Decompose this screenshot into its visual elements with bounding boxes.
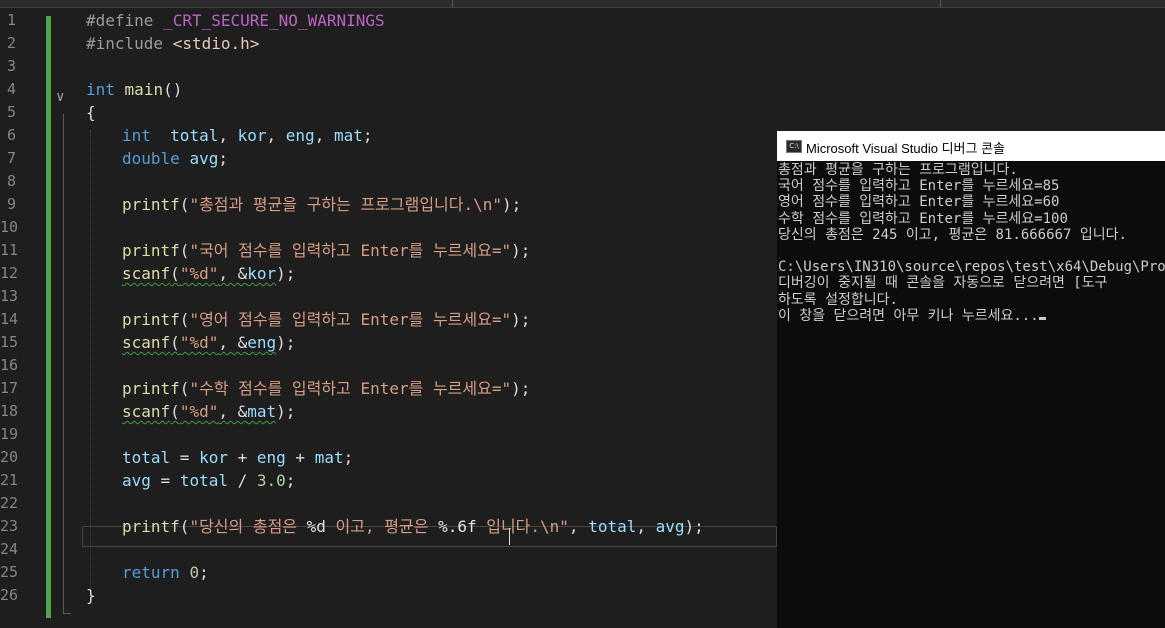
line-number: 18 [0, 402, 19, 420]
line-number: 16 [0, 356, 19, 374]
code-line-14: printf("영어 점수를 입력하고 Enter를 누르세요="); [122, 310, 531, 329]
line-number: 2 [6, 34, 16, 52]
line-number: 11 [0, 241, 19, 259]
console-line: 당신의 총점은 245 이고, 평균은 81.666667 입니다. [778, 226, 1127, 243]
line-number: 10 [0, 218, 19, 236]
code-line-25: return 0; [122, 563, 209, 582]
change-tracking-bar [46, 16, 51, 618]
code-line-21: avg = total / 3.0; [122, 471, 296, 490]
console-line: 총점과 평균을 구하는 프로그램입니다. [778, 162, 1018, 178]
line-number: 23 [0, 517, 19, 535]
line-number: 19 [0, 425, 19, 443]
console-line: 디버깅이 중지될 때 콘솔을 자동으로 닫으려면 [도구 [778, 275, 1108, 292]
code-line-6: int total, kor, eng, mat; [122, 126, 373, 145]
code-line-26: } [86, 586, 96, 605]
scope-line [63, 114, 64, 614]
code-line-7: double avg; [122, 149, 228, 168]
line-number: 14 [0, 310, 19, 328]
console-app-icon: C:\ [786, 140, 802, 153]
line-number: 24 [0, 540, 19, 558]
code-editor[interactable]: 1 2 3 4 5 6 7 8 9 10 11 12 13 14 15 16 1… [0, 8, 777, 628]
line-number: 15 [0, 333, 19, 351]
console-output: 총점과 평균을 구하는 프로그램입니다. 국어 점수를 입력하고 Enter를 누… [778, 162, 1165, 324]
console-title-bar[interactable]: C:\ Microsoft Visual Studio 디버그 콘솔 [777, 131, 1165, 161]
text-caret [509, 528, 510, 545]
line-number: 22 [0, 494, 19, 512]
console-line: C:\Users\IN310\source\repos\test\x64\Deb… [778, 259, 1165, 276]
console-cursor [1038, 316, 1046, 320]
console-line: 국어 점수를 입력하고 Enter를 누르세요=85 [778, 178, 1060, 195]
line-number: 17 [0, 379, 19, 397]
line-number: 25 [0, 563, 19, 581]
line-number: 20 [0, 448, 19, 466]
tab-separator [452, 0, 453, 7]
line-number: 21 [0, 471, 19, 489]
console-line: 수학 점수를 입력하고 Enter를 누르세요=100 [778, 210, 1068, 227]
code-line-12: scanf("%d", &kor); [122, 264, 296, 283]
console-line: 하도록 설정합니다. [778, 291, 898, 308]
top-tab-strip [0, 0, 1165, 8]
console-line: 영어 점수를 입력하고 Enter를 누르세요=60 [778, 194, 1060, 211]
code-line-9: printf("총점과 평균을 구하는 프로그램입니다.\n"); [122, 195, 522, 214]
console-last-line: 이 창을 닫으려면 아무 키나 누르세요... [778, 308, 1165, 324]
code-line-2: #include <stdio.h> [86, 34, 260, 53]
line-number: 12 [0, 264, 19, 282]
line-number: 13 [0, 287, 19, 305]
line-number: 6 [6, 126, 16, 144]
code-line-20: total = kor + eng + mat; [122, 448, 354, 467]
code-line-5: { [86, 103, 96, 122]
line-number: 9 [6, 195, 16, 213]
line-number: 8 [6, 172, 16, 190]
console-title: Microsoft Visual Studio 디버그 콘솔 [806, 141, 1006, 156]
line-number: 4 [6, 80, 16, 98]
line-number: 3 [6, 57, 16, 75]
code-line-23: printf("당신의 총점은 %d 이고, 평균은 %.6f 입니다.\n",… [122, 517, 704, 536]
code-line-18: scanf("%d", &mat); [122, 402, 296, 421]
line-number: 7 [6, 149, 16, 167]
line-number: 1 [6, 11, 16, 29]
code-line-4: int main() [86, 80, 183, 99]
console-prompt: 이 창을 닫으려면 아무 키나 누르세요... [778, 307, 1039, 324]
line-number: 26 [0, 586, 19, 604]
tab-separator [940, 0, 941, 7]
code-line-11: printf("국어 점수를 입력하고 Enter를 누르세요="); [122, 241, 531, 260]
code-line-17: printf("수학 점수를 입력하고 Enter를 누르세요="); [122, 379, 531, 398]
collapse-chevron-icon[interactable]: ∨ [56, 89, 64, 105]
debug-console-window[interactable]: C:\ Microsoft Visual Studio 디버그 콘솔 총점과 평… [777, 131, 1165, 628]
code-line-1: #define _CRT_SECURE_NO_WARNINGS [86, 11, 385, 30]
line-number: 5 [6, 103, 16, 121]
scope-line-end [63, 613, 71, 614]
code-line-15: scanf("%d", &eng); [122, 333, 296, 352]
console-line: ​ [778, 243, 1165, 259]
